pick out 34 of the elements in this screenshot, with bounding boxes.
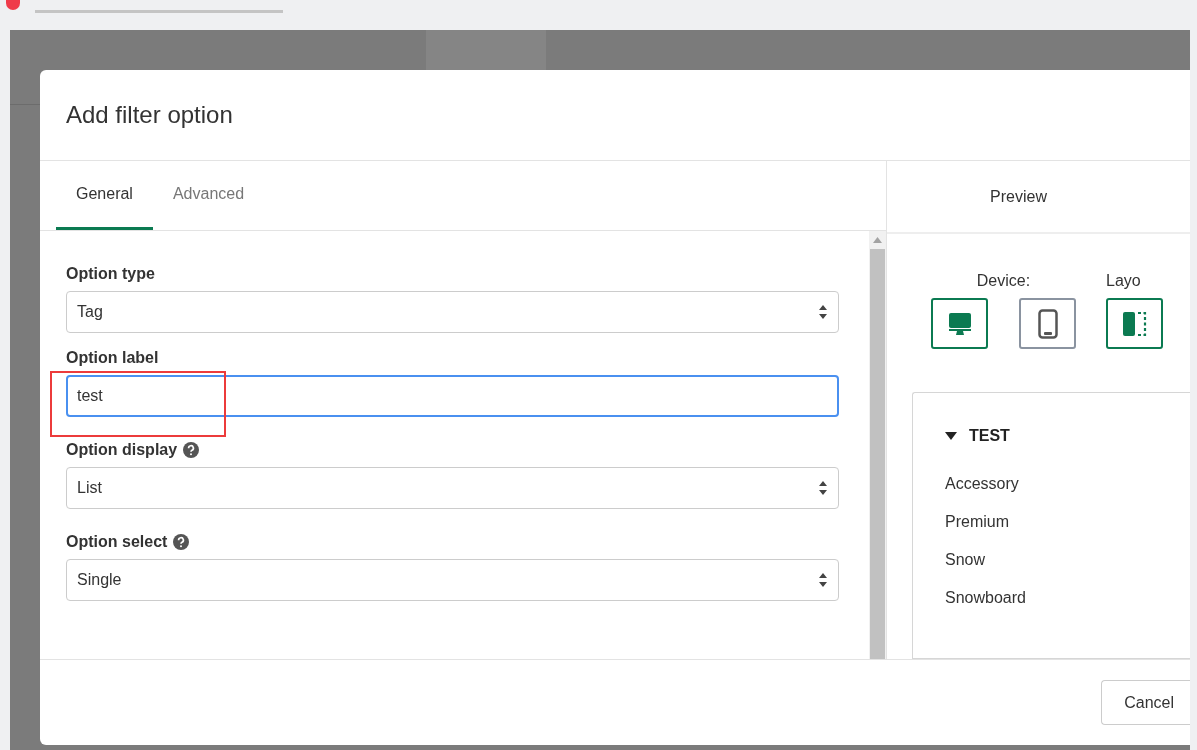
cancel-button[interactable]: Cancel	[1101, 680, 1190, 725]
filter-option[interactable]: Accessory	[945, 475, 1019, 493]
filter-option[interactable]: Premium	[945, 513, 1009, 531]
filter-option[interactable]: Snowboard	[945, 589, 1026, 607]
triangle-icon[interactable]	[945, 432, 957, 440]
select-field[interactable]: Single	[66, 559, 839, 601]
layout-button[interactable]	[1106, 298, 1163, 349]
tab[interactable]: General	[56, 161, 153, 230]
field-label: Option display	[66, 441, 178, 459]
field-label: Option type	[66, 265, 155, 283]
monitor-icon	[947, 311, 972, 336]
filter-option[interactable]: Snow	[945, 551, 986, 569]
updown-icon	[818, 572, 828, 588]
scrollbar[interactable]	[869, 231, 886, 659]
phone-icon	[1037, 308, 1058, 339]
dialog-title: Add filter option	[66, 101, 233, 129]
layout-label: Layo	[1106, 272, 1141, 290]
tab-favicon-icon	[6, 0, 20, 10]
field-label: Option select	[66, 533, 168, 551]
device-button[interactable]	[931, 298, 988, 349]
select-field[interactable]: Tag	[66, 291, 839, 333]
device-label: Device:	[976, 272, 1031, 290]
tab[interactable]: Advanced	[152, 161, 265, 230]
updown-icon	[818, 304, 828, 320]
help-icon[interactable]	[173, 534, 190, 550]
sidebar-layout-icon	[1121, 310, 1148, 337]
device-button[interactable]	[1019, 298, 1076, 349]
input-field[interactable]: test	[66, 375, 839, 417]
preview-title: Preview	[990, 187, 1047, 206]
field-label: Option label	[66, 349, 159, 367]
updown-icon	[818, 480, 828, 496]
help-icon[interactable]	[183, 442, 200, 458]
select-field[interactable]: List	[66, 467, 839, 509]
filter-title: TEST	[969, 427, 1010, 445]
